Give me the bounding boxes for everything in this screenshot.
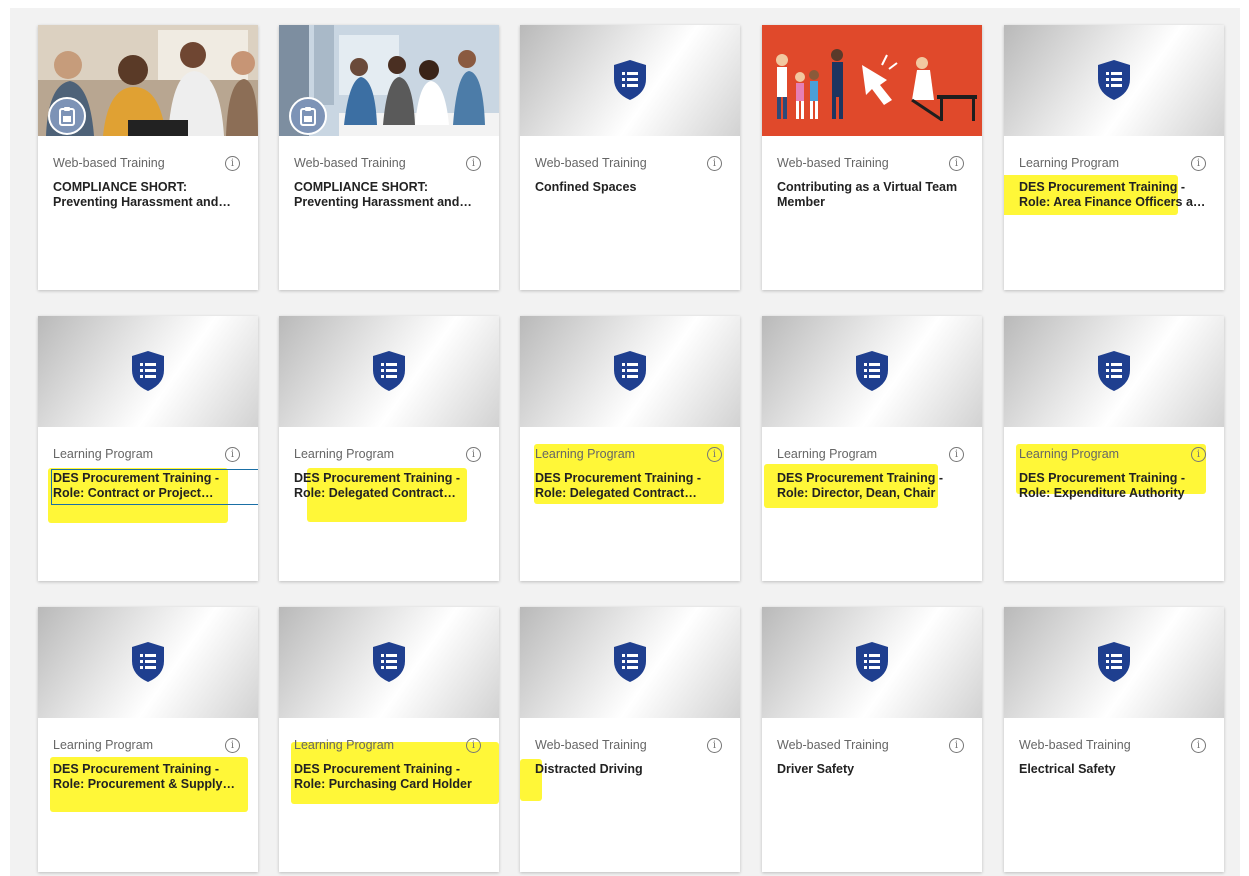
shield-list-icon (856, 351, 888, 391)
info-icon[interactable]: i (466, 738, 481, 753)
course-title[interactable]: DES Procurement Training - Role: Area Fi… (1019, 180, 1212, 210)
shield-list-icon (1098, 642, 1130, 682)
course-type-label: Learning Program (1019, 447, 1120, 461)
course-card[interactable]: Learning Program i DES Procurement Train… (1004, 316, 1224, 581)
course-title[interactable]: DES Procurement Training - Role: Expendi… (1019, 471, 1212, 501)
course-title[interactable]: COMPLIANCE SHORT: Preventing Harassment … (294, 180, 487, 210)
info-icon[interactable]: i (1191, 447, 1206, 462)
course-title[interactable]: DES Procurement Training - Role: Purchas… (294, 762, 487, 792)
course-title[interactable]: DES Procurement Training - Role: Contrac… (53, 471, 246, 501)
course-type-label: Web-based Training (535, 738, 647, 752)
course-type-label: Learning Program (53, 447, 154, 461)
clipboard-badge-icon (48, 97, 86, 135)
course-thumbnail (38, 607, 258, 718)
course-card[interactable]: Web-based Training i Confined Spaces (520, 25, 740, 290)
info-icon[interactable]: i (225, 156, 240, 171)
course-title[interactable]: DES Procurement Training - Role: Delegat… (535, 471, 728, 501)
course-thumbnail (279, 316, 499, 427)
course-thumbnail (520, 607, 740, 718)
course-card[interactable]: Learning Program i DES Procurement Train… (38, 316, 258, 581)
info-icon[interactable]: i (707, 738, 722, 753)
course-thumbnail (1004, 25, 1224, 136)
illustration-icon (762, 25, 982, 136)
course-type-label: Web-based Training (777, 738, 889, 752)
course-type-label: Learning Program (777, 447, 878, 461)
course-title[interactable]: Confined Spaces (535, 180, 728, 195)
shield-list-icon (1098, 351, 1130, 391)
course-thumbnail (38, 25, 258, 136)
course-thumbnail (762, 316, 982, 427)
course-type-label: Learning Program (53, 738, 154, 752)
clipboard-badge-icon (289, 97, 327, 135)
course-thumbnail (1004, 316, 1224, 427)
course-title[interactable]: DES Procurement Training - Role: Delegat… (294, 471, 487, 501)
info-icon[interactable]: i (225, 447, 240, 462)
course-card[interactable]: Web-based Training i Distracted Driving (520, 607, 740, 872)
info-icon[interactable]: i (466, 447, 481, 462)
course-card[interactable]: Web-based Training i COMPLIANCE SHORT: P… (279, 25, 499, 290)
shield-list-icon (132, 642, 164, 682)
info-icon[interactable]: i (707, 447, 722, 462)
course-card[interactable]: Learning Program i DES Procurement Train… (279, 607, 499, 872)
course-card-grid: Web-based Training i COMPLIANCE SHORT: P… (0, 0, 1249, 876)
shield-list-icon (614, 60, 646, 100)
course-type-label: Web-based Training (777, 156, 889, 170)
course-type-label: Web-based Training (535, 156, 647, 170)
course-thumbnail (38, 316, 258, 427)
course-type-label: Learning Program (294, 447, 395, 461)
course-type-label: Learning Program (535, 447, 636, 461)
course-card[interactable]: Web-based Training i COMPLIANCE SHORT: P… (38, 25, 258, 290)
course-title[interactable]: Contributing as a Virtual Team Member (777, 180, 970, 210)
course-title[interactable]: Driver Safety (777, 762, 970, 777)
info-icon[interactable]: i (1191, 738, 1206, 753)
course-card[interactable]: Learning Program i DES Procurement Train… (38, 607, 258, 872)
course-thumbnail (762, 25, 982, 136)
info-icon[interactable]: i (1191, 156, 1206, 171)
course-title[interactable]: DES Procurement Training - Role: Procure… (53, 762, 246, 792)
course-title[interactable]: COMPLIANCE SHORT: Preventing Harassment … (53, 180, 246, 210)
course-title[interactable]: Electrical Safety (1019, 762, 1212, 777)
course-thumbnail (520, 25, 740, 136)
course-card[interactable]: Learning Program i DES Procurement Train… (279, 316, 499, 581)
course-type-label: Learning Program (1019, 156, 1120, 170)
shield-list-icon (373, 642, 405, 682)
course-card[interactable]: Web-based Training i Driver Safety (762, 607, 982, 872)
course-thumbnail (1004, 607, 1224, 718)
info-icon[interactable]: i (949, 156, 964, 171)
course-card[interactable]: Learning Program i DES Procurement Train… (762, 316, 982, 581)
info-icon[interactable]: i (225, 738, 240, 753)
course-card[interactable]: Web-based Training i Electrical Safety (1004, 607, 1224, 872)
shield-list-icon (614, 642, 646, 682)
course-card[interactable]: Web-based Training i Contributing as a V… (762, 25, 982, 290)
shield-list-icon (373, 351, 405, 391)
course-thumbnail (279, 25, 499, 136)
info-icon[interactable]: i (707, 156, 722, 171)
course-type-label: Web-based Training (1019, 738, 1131, 752)
course-type-label: Learning Program (294, 738, 395, 752)
shield-list-icon (856, 642, 888, 682)
course-title[interactable]: DES Procurement Training - Role: Directo… (777, 471, 970, 501)
course-type-label: Web-based Training (53, 156, 165, 170)
course-type-label: Web-based Training (294, 156, 406, 170)
course-card[interactable]: Learning Program i DES Procurement Train… (520, 316, 740, 581)
info-icon[interactable]: i (949, 447, 964, 462)
course-title[interactable]: Distracted Driving (535, 762, 728, 777)
info-icon[interactable]: i (949, 738, 964, 753)
course-card[interactable]: Learning Program i DES Procurement Train… (1004, 25, 1224, 290)
course-thumbnail (279, 607, 499, 718)
info-icon[interactable]: i (466, 156, 481, 171)
course-thumbnail (762, 607, 982, 718)
course-thumbnail (520, 316, 740, 427)
shield-list-icon (1098, 60, 1130, 100)
shield-list-icon (132, 351, 164, 391)
shield-list-icon (614, 351, 646, 391)
